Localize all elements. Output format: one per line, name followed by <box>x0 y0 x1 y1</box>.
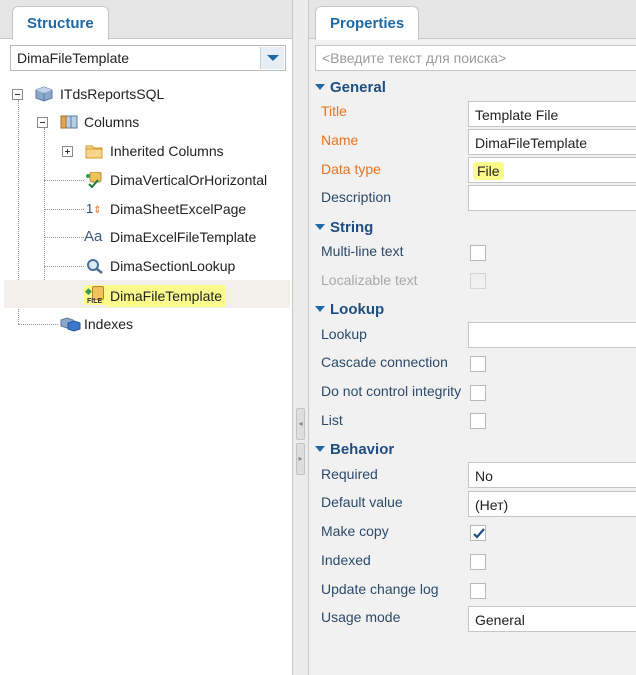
tree-node-inherited-columns[interactable]: Inherited Columns <box>0 138 290 164</box>
cascade-label: Cascade connection <box>321 354 448 370</box>
collapse-triangle-icon <box>315 224 325 230</box>
tree-node-column[interactable]: DimaSectionLookup <box>0 253 290 279</box>
collapse-triangle-icon <box>315 306 325 312</box>
section-general-header[interactable]: General <box>315 79 386 96</box>
make-copy-checkbox[interactable] <box>470 525 486 541</box>
lookup-label: Lookup <box>321 326 367 342</box>
properties-panel: Properties <Введите текст для поиска> Ge… <box>308 0 636 675</box>
structure-tabbar: Structure <box>0 0 292 40</box>
dropdown-arrow-icon[interactable] <box>260 47 284 69</box>
name-label: Name <box>321 132 359 148</box>
change-log-label: Update change log <box>321 581 439 597</box>
localizable-checkbox[interactable] <box>470 273 486 289</box>
tab-properties[interactable]: Properties <box>315 6 420 40</box>
usage-mode-label: Usage mode <box>321 609 401 625</box>
section-behavior-header[interactable]: Behavior <box>315 441 394 458</box>
file-column-icon: ◆ FILE <box>84 285 108 307</box>
default-value-field[interactable]: (Нет) <box>468 491 636 517</box>
properties-tabbar: Properties <box>309 0 636 40</box>
tree-label: Inherited Columns <box>110 143 224 159</box>
tree-label: DimaVerticalOrHorizontal <box>110 172 268 188</box>
tree-label: ITdsReportsSQL <box>60 86 165 102</box>
schema-selector-value: DimaFileTemplate <box>17 50 130 66</box>
section-lookup-header[interactable]: Lookup <box>315 301 384 318</box>
panel-splitter[interactable]: ◂ ▸ <box>294 0 308 675</box>
required-field[interactable]: No <box>468 462 636 488</box>
cascade-checkbox[interactable] <box>470 356 486 372</box>
default-value-label: Default value <box>321 494 403 510</box>
integer-column-icon: 1⇕ <box>86 201 102 216</box>
section-string-header[interactable]: String <box>315 219 373 236</box>
data-type-value: File <box>473 162 504 180</box>
tree-node-column-selected[interactable]: ◆ FILE DimaFileTemplate <box>0 282 290 308</box>
collapse-right-arrow-icon[interactable]: ▸ <box>296 443 305 475</box>
description-field[interactable] <box>468 185 636 211</box>
integrity-label: Do not control integrity <box>321 383 462 399</box>
required-label: Required <box>321 466 378 482</box>
usage-mode-field[interactable]: General <box>468 606 636 632</box>
tree-label: DimaExcelFileTemplate <box>110 229 257 245</box>
collapse-icon[interactable] <box>37 117 48 128</box>
boolean-column-icon <box>86 172 102 188</box>
localizable-label: Localizable text <box>321 272 418 288</box>
multiline-checkbox[interactable] <box>470 245 486 261</box>
database-cube-icon <box>35 86 53 102</box>
title-field[interactable]: Template File <box>468 101 636 127</box>
expand-icon[interactable] <box>62 146 73 157</box>
structure-panel: Structure DimaFileTemplate ITdsReportsSQ… <box>0 0 293 675</box>
tree-node-root[interactable]: ITdsReportsSQL <box>0 81 290 107</box>
schema-selector[interactable]: DimaFileTemplate <box>10 45 286 71</box>
name-field[interactable]: DimaFileTemplate <box>468 129 636 155</box>
tree-node-column[interactable]: Aa DimaExcelFileTemplate <box>0 224 290 250</box>
checkmark-icon <box>473 528 485 539</box>
collapse-triangle-icon <box>315 84 325 90</box>
collapse-icon[interactable] <box>12 89 23 100</box>
collapse-triangle-icon <box>315 446 325 452</box>
tree-node-column[interactable]: 1⇕ DimaSheetExcelPage <box>0 196 290 222</box>
folder-icon <box>85 145 103 159</box>
change-log-checkbox[interactable] <box>470 583 486 599</box>
tree-label: Indexes <box>84 316 134 332</box>
description-label: Description <box>321 189 392 205</box>
integrity-checkbox[interactable] <box>470 385 486 401</box>
columns-icon <box>60 115 78 129</box>
collapse-left-arrow-icon[interactable]: ◂ <box>296 408 305 440</box>
text-column-icon: Aa <box>84 228 103 245</box>
indexes-icon <box>60 317 81 332</box>
list-checkbox[interactable] <box>470 413 486 429</box>
tree-label: DimaSheetExcelPage <box>110 201 247 217</box>
list-label: List <box>321 412 343 428</box>
tree-label: DimaFileTemplate <box>106 285 227 307</box>
indexed-checkbox[interactable] <box>470 554 486 570</box>
make-copy-label: Make copy <box>321 523 389 539</box>
title-label: Title <box>321 103 347 119</box>
tree-node-column[interactable]: DimaVerticalOrHorizontal <box>0 167 290 193</box>
property-search-input[interactable]: <Введите текст для поиска> <box>315 45 636 71</box>
data-type-field[interactable]: File <box>468 157 636 183</box>
indexed-label: Indexed <box>321 552 371 568</box>
lookup-field[interactable] <box>468 322 636 348</box>
tree-node-indexes[interactable]: Indexes <box>0 311 290 337</box>
tab-structure[interactable]: Structure <box>12 6 109 40</box>
tree-label: Columns <box>84 114 140 130</box>
tree-label: DimaSectionLookup <box>110 258 236 274</box>
lookup-magnifier-icon <box>87 259 103 274</box>
multiline-label: Multi-line text <box>321 243 404 259</box>
tree-node-columns[interactable]: Columns <box>0 109 290 135</box>
data-type-label: Data type <box>321 161 381 177</box>
